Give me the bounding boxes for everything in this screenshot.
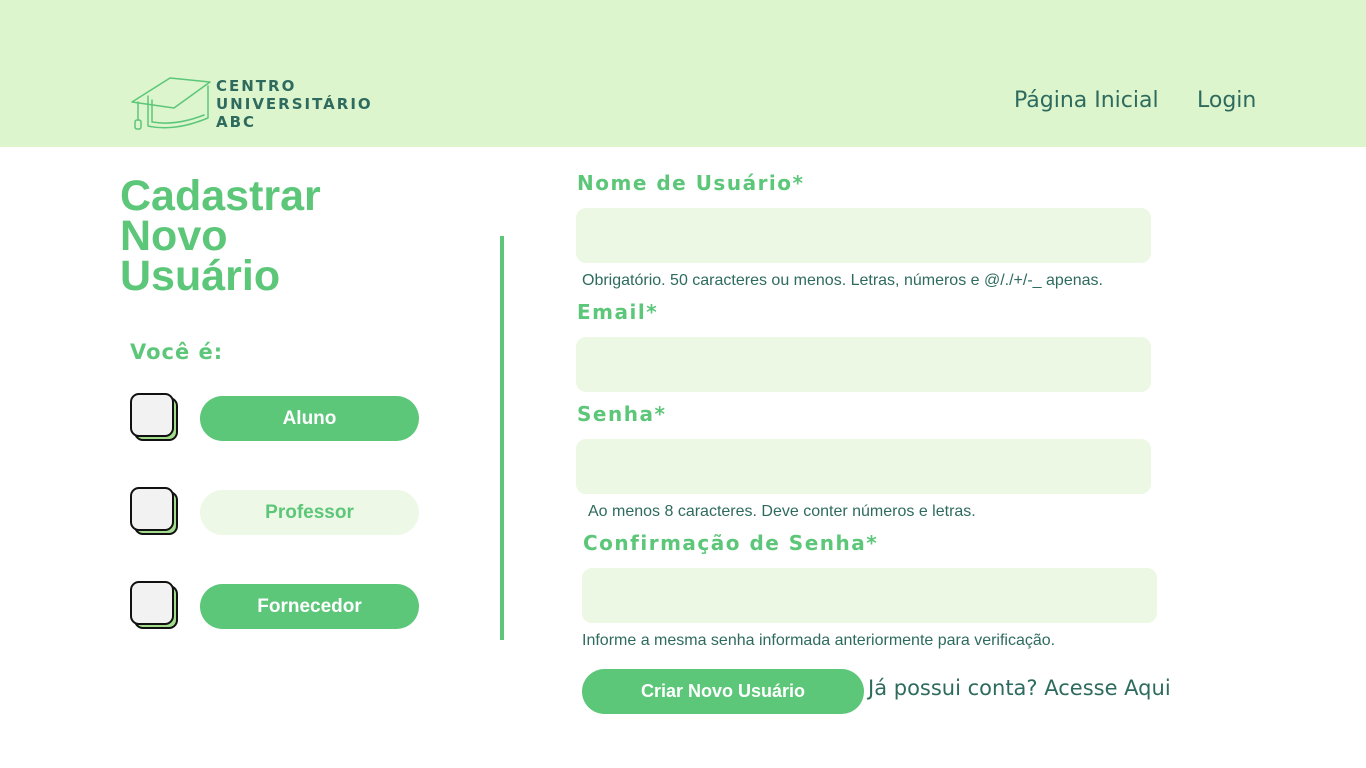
checkbox-box xyxy=(130,393,174,437)
checkbox-box xyxy=(130,581,174,625)
graduation-cap-icon xyxy=(130,74,212,132)
role-label: Você é: xyxy=(130,340,224,364)
username-help: Obrigatório. 50 caracteres ou menos. Let… xyxy=(582,272,1103,289)
logo[interactable]: CENTRO UNIVERSITÁRIO ABC xyxy=(130,74,373,132)
professor-button[interactable]: Professor xyxy=(200,490,419,535)
header: CENTRO UNIVERSITÁRIO ABC Página Inicial … xyxy=(0,0,1366,147)
checkbox-box xyxy=(130,487,174,531)
create-user-button[interactable]: Criar Novo Usuário xyxy=(582,669,864,714)
professor-checkbox[interactable] xyxy=(130,487,178,535)
fornecedor-button[interactable]: Fornecedor xyxy=(200,584,419,629)
username-input[interactable] xyxy=(576,208,1151,263)
password-confirm-help: Informe a mesma senha informada anterior… xyxy=(582,632,1056,649)
login-link[interactable]: Já possui conta? Acesse Aqui xyxy=(868,676,1171,700)
password-input[interactable] xyxy=(576,439,1151,494)
username-label: Nome de Usuário* xyxy=(577,171,805,195)
logo-line-3: ABC xyxy=(216,113,257,131)
role-row-aluno: Aluno xyxy=(130,393,420,441)
aluno-checkbox[interactable] xyxy=(130,393,178,441)
role-row-fornecedor: Fornecedor xyxy=(130,581,420,629)
password-confirm-input[interactable] xyxy=(582,568,1157,623)
page-title: Cadastrar Novo Usuário xyxy=(120,172,420,300)
vertical-divider xyxy=(500,236,504,640)
email-input[interactable] xyxy=(576,337,1151,392)
page-title-line-2: Novo xyxy=(120,212,228,260)
email-label: Email* xyxy=(577,300,659,324)
logo-text: CENTRO UNIVERSITÁRIO ABC xyxy=(216,77,373,131)
aluno-button[interactable]: Aluno xyxy=(200,396,419,441)
logo-line-2: UNIVERSITÁRIO xyxy=(216,95,373,113)
page-title-line-1: Cadastrar xyxy=(120,172,321,220)
nav-login-link[interactable]: Login xyxy=(1197,88,1256,113)
password-label: Senha* xyxy=(577,402,667,426)
password-help: Ao menos 8 caracteres. Deve conter númer… xyxy=(588,503,976,520)
page-title-line-3: Usuário xyxy=(120,252,281,300)
logo-line-1: CENTRO xyxy=(216,77,297,95)
nav-home-link[interactable]: Página Inicial xyxy=(1014,88,1159,113)
password-confirm-label: Confirmação de Senha* xyxy=(583,531,879,555)
role-row-professor: Professor xyxy=(130,487,420,535)
fornecedor-checkbox[interactable] xyxy=(130,581,178,629)
